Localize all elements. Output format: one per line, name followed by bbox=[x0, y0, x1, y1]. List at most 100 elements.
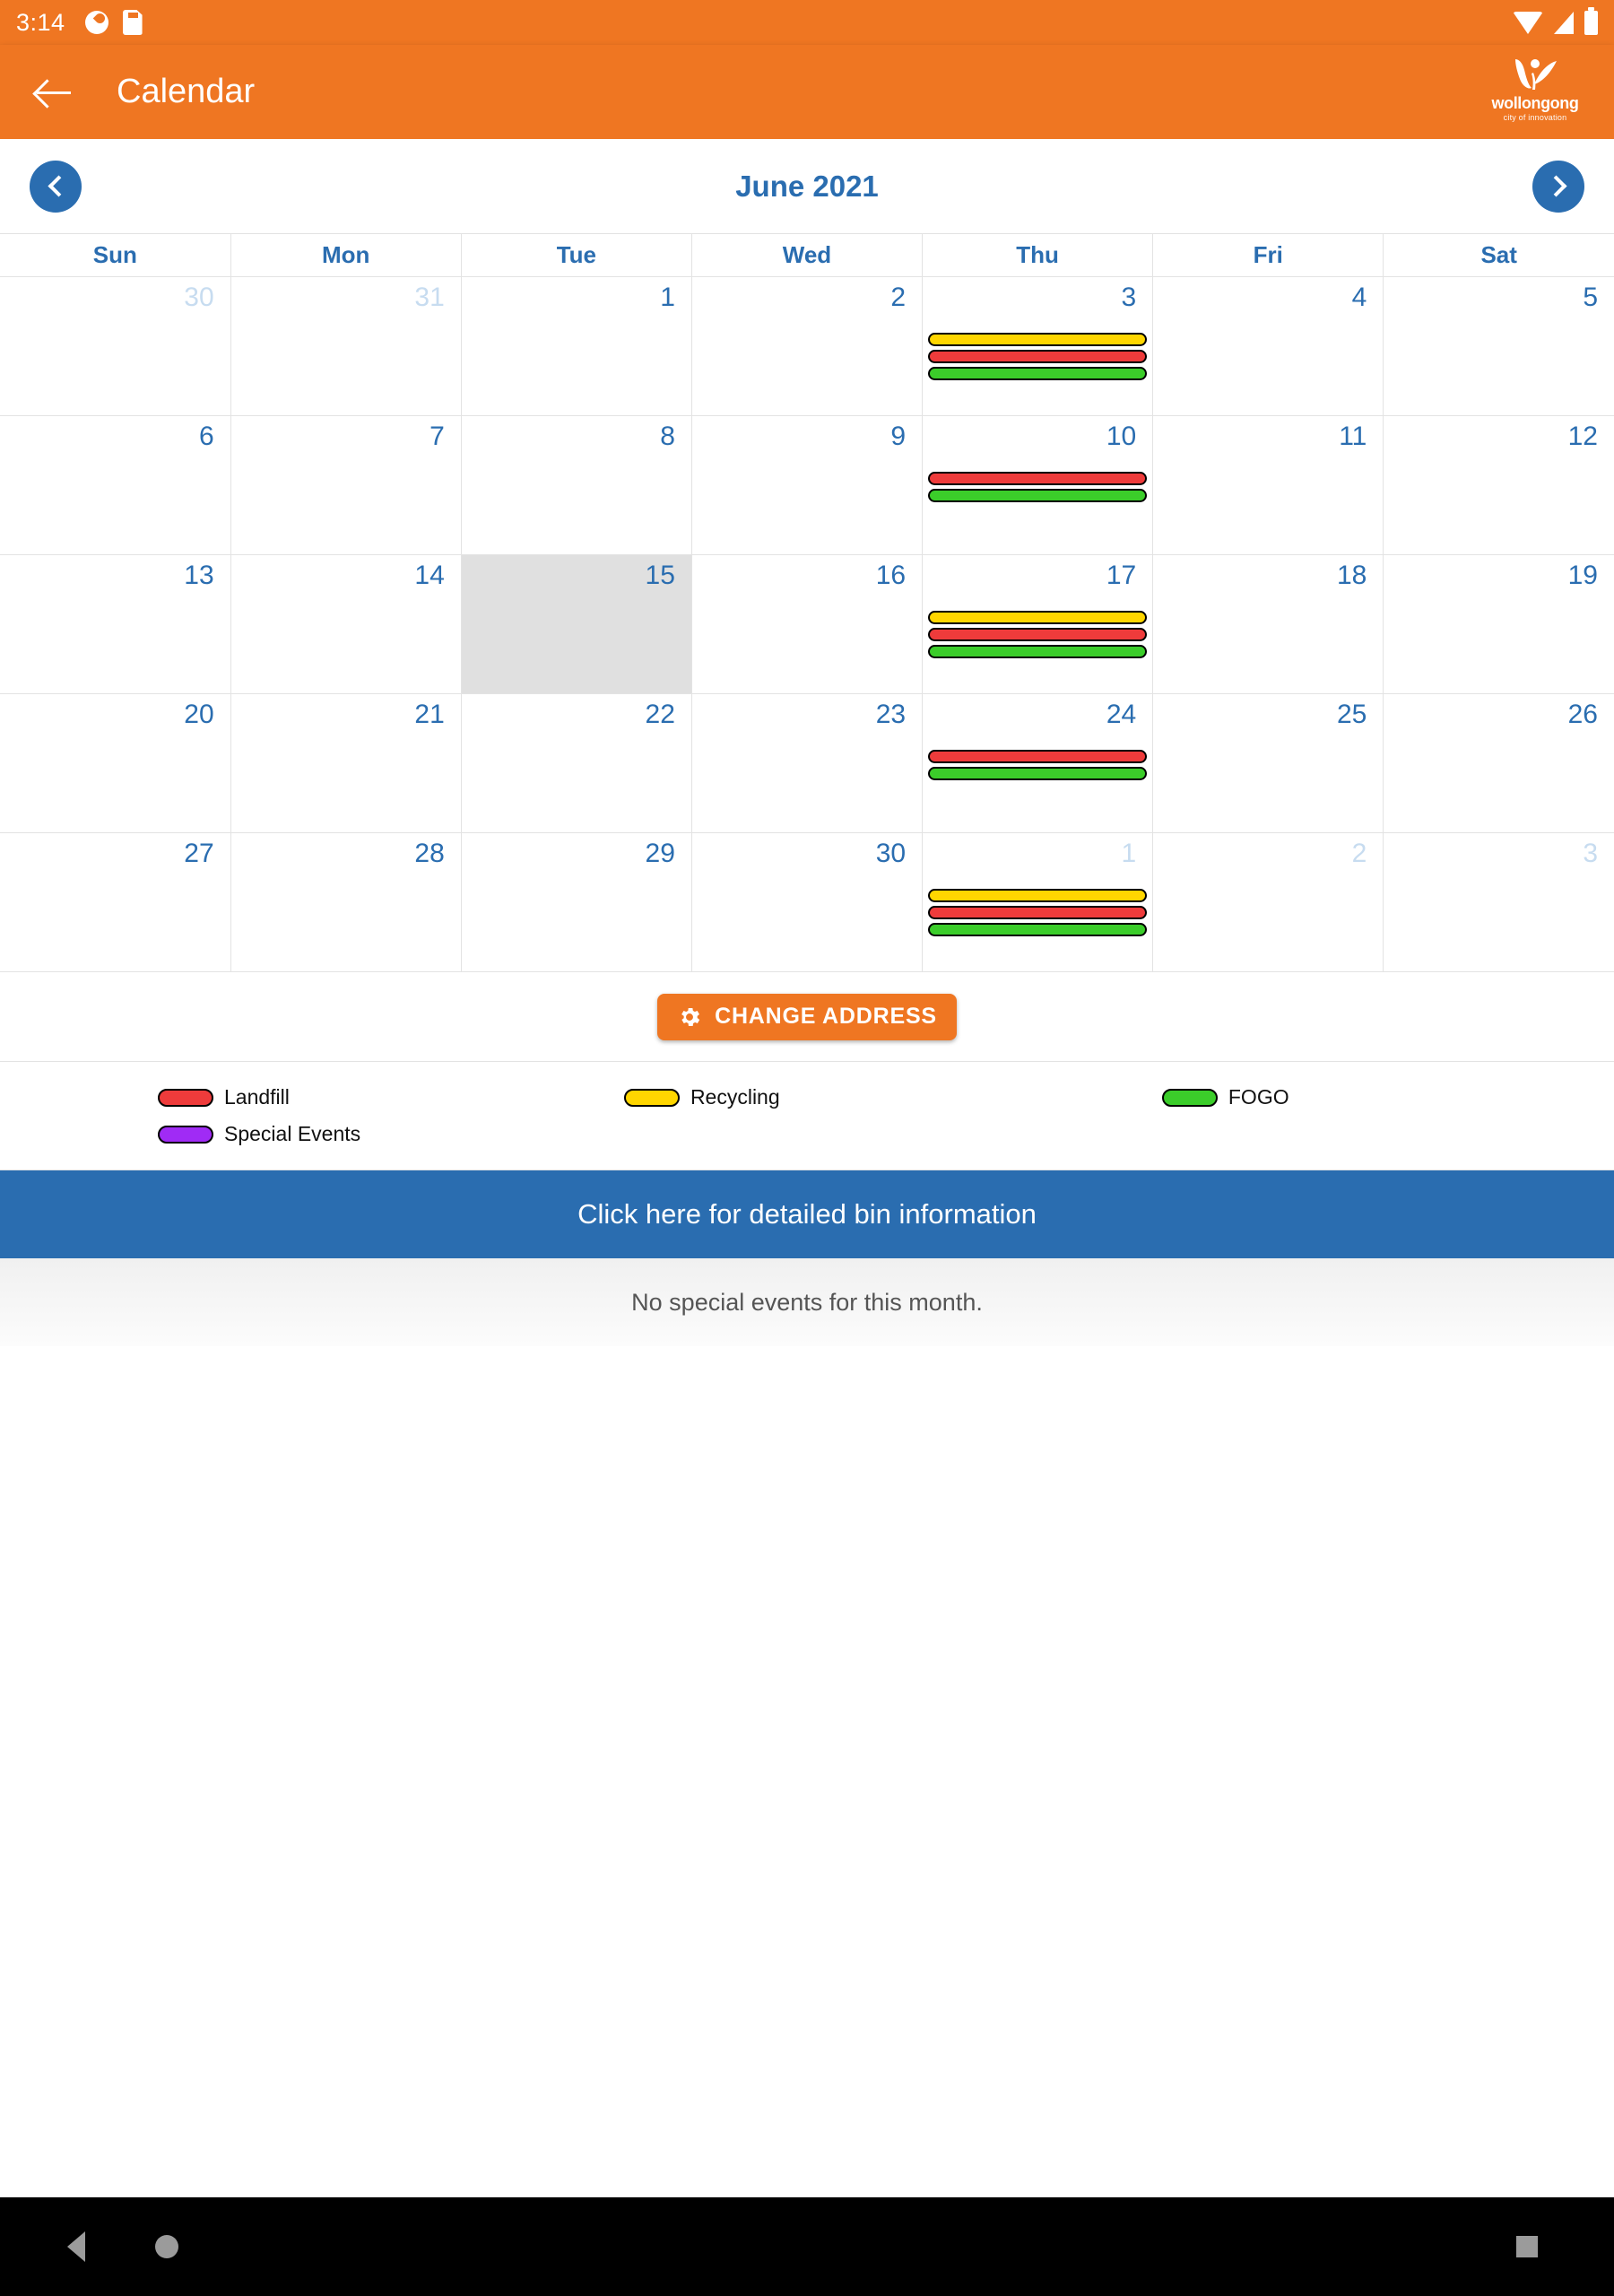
calendar-day-cell[interactable]: 19 bbox=[1383, 554, 1614, 694]
calendar-weekday-thu: Thu bbox=[922, 233, 1154, 277]
calendar-day-cell[interactable]: 1 bbox=[922, 832, 1154, 972]
calendar-day-cell[interactable]: 17 bbox=[922, 554, 1154, 694]
calendar-weekday-sun: Sun bbox=[0, 233, 231, 277]
page-title: Calendar bbox=[117, 73, 256, 110]
calendar-day-number: 19 bbox=[1567, 561, 1598, 590]
calendar-day-cell[interactable]: 10 bbox=[922, 415, 1154, 555]
calendar-day-number: 13 bbox=[184, 561, 214, 590]
calendar-day-cell[interactable]: 29 bbox=[461, 832, 692, 972]
calendar-day-cell[interactable]: 31 bbox=[230, 276, 462, 416]
calendar-day-cell[interactable]: 13 bbox=[0, 554, 231, 694]
bin-bar-fogo bbox=[928, 645, 1148, 658]
calendar-day-number: 23 bbox=[875, 700, 907, 729]
calendar-weekday-fri: Fri bbox=[1152, 233, 1384, 277]
calendar-day-number: 8 bbox=[660, 422, 675, 451]
calendar-day-cell[interactable]: 9 bbox=[691, 415, 924, 555]
legend-swatch-special bbox=[158, 1125, 213, 1144]
calendar-day-cell[interactable]: 20 bbox=[0, 693, 231, 833]
calendar-day-cell[interactable]: 2 bbox=[1152, 832, 1384, 972]
calendar-day-number: 11 bbox=[1339, 422, 1367, 451]
calendar-day-cell[interactable]: 22 bbox=[461, 693, 692, 833]
logo-wordmark: wollongong bbox=[1491, 94, 1579, 112]
cellular-signal-icon bbox=[1554, 11, 1574, 34]
content-filler bbox=[0, 1346, 1614, 2296]
bin-bar-fogo bbox=[928, 367, 1148, 380]
calendar-grid: Sun Mon Tue Wed Thu Fri Sat 30 31 1 2 3 4 5 6 7 8 9 10 11 1… bbox=[0, 233, 1614, 972]
calendar-day-number: 29 bbox=[645, 839, 675, 868]
android-back-icon[interactable] bbox=[67, 2231, 85, 2262]
calendar-day-cell[interactable]: 15 bbox=[461, 554, 692, 694]
bin-bar-landfill bbox=[928, 750, 1148, 763]
calendar-day-number: 3 bbox=[1583, 839, 1598, 868]
back-arrow-icon[interactable] bbox=[34, 73, 74, 112]
calendar-day-cell[interactable]: 7 bbox=[230, 415, 462, 555]
bin-collection-bars bbox=[928, 472, 1148, 506]
calendar-day-number: 12 bbox=[1567, 422, 1598, 451]
legend-label-landfill: Landfill bbox=[224, 1085, 290, 1109]
status-bar-notification-icons bbox=[84, 10, 143, 35]
calendar-day-cell[interactable]: 2 bbox=[691, 276, 924, 416]
calendar-day-number: 27 bbox=[184, 839, 214, 868]
bin-collection-bars bbox=[928, 333, 1148, 384]
legend-item-fogo: FOGO bbox=[1076, 1085, 1614, 1109]
calendar-day-cell[interactable]: 6 bbox=[0, 415, 231, 555]
sd-card-icon bbox=[122, 10, 143, 35]
bin-bar-landfill bbox=[928, 472, 1148, 485]
calendar-day-cell[interactable]: 25 bbox=[1152, 693, 1384, 833]
calendar-day-cell[interactable]: 30 bbox=[691, 832, 924, 972]
calendar-day-cell[interactable]: 3 bbox=[922, 276, 1154, 416]
calendar-day-cell[interactable]: 16 bbox=[691, 554, 924, 694]
calendar-day-number: 10 bbox=[1106, 422, 1137, 451]
android-recents-icon[interactable] bbox=[1516, 2236, 1538, 2257]
status-bar: 3:14 bbox=[0, 0, 1614, 45]
calendar-body: 30 31 1 2 3 4 5 6 7 8 9 10 11 12 13 14 15 16 17 18 19 20 21 22 2… bbox=[0, 276, 1614, 972]
calendar-day-number: 30 bbox=[184, 283, 214, 312]
bin-collection-bars bbox=[928, 889, 1148, 940]
calendar-day-cell[interactable]: 30 bbox=[0, 276, 231, 416]
bin-bar-landfill bbox=[928, 350, 1148, 363]
special-events-empty-text: No special events for this month. bbox=[631, 1288, 983, 1316]
bin-bar-recycling bbox=[928, 889, 1148, 902]
bin-information-banner[interactable]: Click here for detailed bin information bbox=[0, 1170, 1614, 1258]
calendar-day-cell[interactable]: 12 bbox=[1383, 415, 1614, 555]
calendar-day-cell[interactable]: 21 bbox=[230, 693, 462, 833]
calendar-day-cell[interactable]: 4 bbox=[1152, 276, 1384, 416]
calendar-day-cell[interactable]: 18 bbox=[1152, 554, 1384, 694]
calendar-day-cell[interactable]: 24 bbox=[922, 693, 1154, 833]
calendar-day-cell[interactable]: 1 bbox=[461, 276, 692, 416]
app-root: 3:14 Calendar wollongong city of innovat… bbox=[0, 0, 1614, 2296]
logo-tagline: city of innovation bbox=[1503, 113, 1567, 122]
calendar-day-cell[interactable]: 3 bbox=[1383, 832, 1614, 972]
calendar-day-cell[interactable]: 8 bbox=[461, 415, 692, 555]
bin-bar-recycling bbox=[928, 333, 1148, 346]
calendar-day-cell[interactable]: 26 bbox=[1383, 693, 1614, 833]
calendar-day-number: 5 bbox=[1583, 283, 1598, 312]
calendar-day-number: 18 bbox=[1336, 561, 1367, 590]
calendar-day-cell[interactable]: 11 bbox=[1152, 415, 1384, 555]
calendar-day-number: 28 bbox=[414, 839, 445, 868]
calendar-weekday-sat: Sat bbox=[1383, 233, 1614, 277]
calendar-day-cell[interactable]: 14 bbox=[230, 554, 462, 694]
wollongong-logo: wollongong city of innovation bbox=[1481, 57, 1589, 122]
bin-bar-fogo bbox=[928, 489, 1148, 502]
calendar-weekday-header-row: Sun Mon Tue Wed Thu Fri Sat bbox=[0, 233, 1614, 277]
calendar-day-number: 25 bbox=[1336, 700, 1367, 729]
bin-collection-bars bbox=[928, 611, 1148, 662]
change-address-section: CHANGE ADDRESS bbox=[0, 972, 1614, 1062]
gear-icon bbox=[681, 1007, 700, 1026]
bin-bar-recycling bbox=[928, 611, 1148, 624]
calendar-day-number: 2 bbox=[890, 283, 907, 312]
calendar-week-row: 30 31 1 2 3 4 5 bbox=[0, 276, 1614, 416]
legend-label-recycling: Recycling bbox=[690, 1085, 780, 1109]
calendar-day-cell[interactable]: 5 bbox=[1383, 276, 1614, 416]
calendar-week-row: 27 28 29 30 1 2 3 bbox=[0, 832, 1614, 972]
change-address-button[interactable]: CHANGE ADDRESS bbox=[657, 993, 957, 1040]
calendar-day-number: 6 bbox=[198, 422, 214, 451]
calendar-day-number: 21 bbox=[414, 700, 445, 729]
android-home-icon[interactable] bbox=[155, 2235, 178, 2258]
calendar-day-cell[interactable]: 28 bbox=[230, 832, 462, 972]
legend-row-secondary: Special Events bbox=[0, 1109, 1614, 1146]
calendar-day-cell[interactable]: 23 bbox=[691, 693, 924, 833]
calendar-day-cell[interactable]: 27 bbox=[0, 832, 231, 972]
calendar-week-row: 20 21 22 23 24 25 26 bbox=[0, 693, 1614, 833]
